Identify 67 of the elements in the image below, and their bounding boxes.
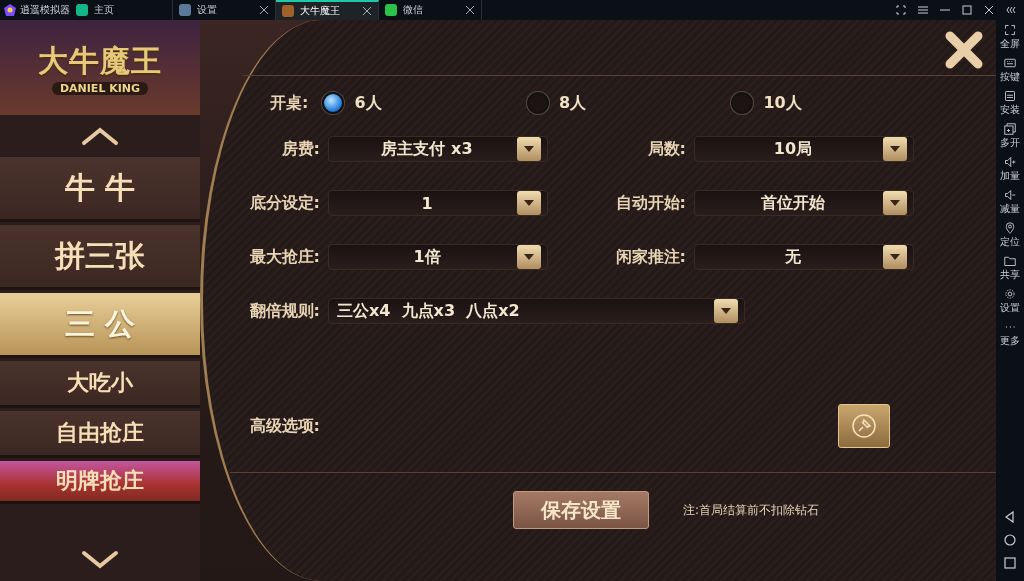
toolbar-button[interactable]: 定位	[1000, 222, 1020, 255]
field-label: 自动开始:	[614, 192, 686, 214]
keyboard-icon	[1004, 57, 1016, 69]
volume-up-icon	[1004, 156, 1016, 168]
app-logo-icon	[4, 4, 16, 16]
radio-button[interactable]	[731, 92, 754, 114]
radio-option[interactable]: 6人	[322, 92, 527, 114]
game-menu-item[interactable]: 拼三张	[0, 225, 200, 290]
field-label: 开桌:	[270, 92, 309, 114]
radio-option[interactable]: 10人	[731, 92, 936, 114]
note-text: 注:首局结算前不扣除钻石	[683, 501, 820, 519]
dropdown-field[interactable]: 首位开始	[694, 190, 914, 216]
back-icon[interactable]	[1004, 511, 1016, 523]
game-menu-item[interactable]: 自由抢庄	[0, 411, 200, 458]
close-icon[interactable]	[984, 5, 994, 15]
maximize-icon[interactable]	[962, 5, 972, 15]
chevron-up-icon[interactable]	[80, 126, 120, 146]
toolbar-button[interactable]: 安装	[1000, 90, 1020, 123]
screenshot-icon[interactable]	[896, 5, 906, 15]
toolbar-button[interactable]: 减量	[1000, 189, 1020, 222]
toolbar-button[interactable]: 更多	[1000, 321, 1020, 354]
field-label: 翻倍规则:	[248, 300, 320, 322]
dropdown-field[interactable]: 房主支付 x3	[328, 136, 548, 162]
location-pin-icon	[1004, 222, 1016, 234]
dropdown-field[interactable]: 10局	[694, 136, 914, 162]
dropdown-field[interactable]: 无	[694, 244, 914, 270]
radio-button[interactable]	[526, 92, 549, 114]
folder-icon	[1004, 255, 1016, 267]
toolbar-button[interactable]: 共享	[1000, 255, 1020, 288]
chevron-down-icon[interactable]	[80, 550, 120, 570]
game-menu-item[interactable]: 大吃小	[0, 361, 200, 408]
game-menu-item[interactable]: 明牌抢庄	[0, 461, 200, 504]
settings-icon	[1004, 288, 1016, 300]
home-icon[interactable]	[1004, 534, 1016, 546]
toolbar-button[interactable]: 设置	[1000, 288, 1020, 321]
recent-apps-icon[interactable]	[1004, 557, 1016, 569]
field-label: 闲家推注:	[614, 246, 686, 268]
multi-window-icon	[1004, 123, 1016, 135]
field-label: 高级选项:	[248, 415, 320, 437]
field-label: 最大抢庄:	[248, 246, 320, 268]
toolbar-button[interactable]: 多开	[1000, 123, 1020, 156]
volume-down-icon	[1004, 189, 1016, 201]
emulator-tab[interactable]: 大牛魔王	[276, 0, 379, 20]
field-label: 房费:	[280, 138, 320, 160]
radio-button[interactable]	[322, 92, 345, 114]
pin-icon	[851, 413, 877, 439]
fullscreen-icon	[1004, 24, 1016, 36]
dropdown-field[interactable]: 1	[328, 190, 548, 216]
app-name: 逍遥模拟器	[20, 3, 70, 17]
save-settings-button[interactable]: 保存设置	[513, 491, 649, 529]
close-tab-icon[interactable]	[362, 6, 372, 16]
logo-subtitle: DANIEL KING	[51, 81, 149, 95]
game-menu-item[interactable]: 牛 牛	[0, 157, 200, 222]
toolbar-button[interactable]: 全屏	[1000, 24, 1020, 57]
toolbar-button[interactable]: 按键	[1000, 57, 1020, 90]
toolbar-button[interactable]: 加量	[1000, 156, 1020, 189]
close-tab-icon[interactable]	[465, 5, 475, 15]
close-tab-icon[interactable]	[259, 5, 269, 15]
logo-title: 大牛魔王	[38, 41, 162, 80]
dropdown-field[interactable]: 1倍	[328, 244, 548, 270]
menu-icon[interactable]	[918, 5, 928, 15]
advanced-options-button[interactable]	[838, 404, 890, 448]
field-label: 局数:	[646, 138, 686, 160]
dropdown-field[interactable]: 三公x4 九点x3 八点x2	[328, 298, 745, 324]
collapse-icon[interactable]	[1006, 5, 1016, 15]
field-label: 底分设定:	[248, 192, 320, 214]
radio-option[interactable]: 8人	[526, 92, 732, 114]
